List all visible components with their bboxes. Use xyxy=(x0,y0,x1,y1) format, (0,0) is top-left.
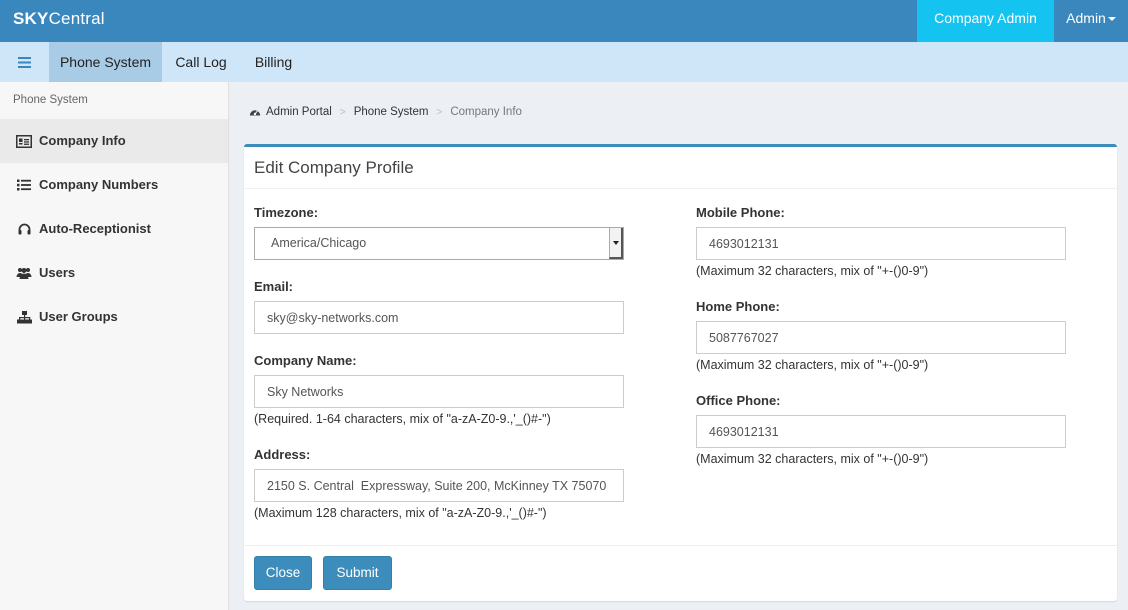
tab-billing[interactable]: Billing xyxy=(242,42,305,82)
breadcrumb: Admin Portal > Phone System > Company In… xyxy=(249,106,522,118)
email-label: Email: xyxy=(254,279,294,294)
main-navbar: Phone System Call Log Billing xyxy=(0,42,1128,82)
home-phone-input[interactable] xyxy=(696,321,1066,354)
sitemap-icon xyxy=(16,309,32,325)
sidebar-item-company-info[interactable]: Company Info xyxy=(0,119,228,163)
company-name-label: Company Name: xyxy=(254,353,357,368)
headphones-icon xyxy=(16,221,32,237)
mobile-phone-help: (Maximum 32 characters, mix of "+-()0-9"… xyxy=(696,264,929,278)
sidebar-item-label: Users xyxy=(39,265,76,280)
company-name-input[interactable] xyxy=(254,375,624,408)
tab-phone-system[interactable]: Phone System xyxy=(49,42,162,82)
mobile-phone-input[interactable] xyxy=(696,227,1066,260)
email-input[interactable] xyxy=(254,301,624,334)
address-input[interactable] xyxy=(254,469,624,502)
panel-divider xyxy=(244,188,1117,189)
close-button[interactable]: Close xyxy=(254,556,312,590)
admin-label: Admin xyxy=(1066,10,1106,26)
sidebar: Phone System Company Info Company Number… xyxy=(0,82,229,610)
company-name-help: (Required. 1-64 characters, mix of "a-zA… xyxy=(254,412,551,426)
caret-down-icon xyxy=(1107,17,1116,22)
breadcrumb-admin-portal[interactable]: Admin Portal xyxy=(266,106,332,118)
sidebar-item-label: Auto-Receptionist xyxy=(39,221,151,236)
address-label: Address: xyxy=(254,447,311,462)
timezone-select[interactable]: America/Chicago xyxy=(254,227,624,260)
address-help: (Maximum 128 characters, mix of "a-zA-Z0… xyxy=(254,506,547,520)
edit-company-profile-panel: Edit Company Profile Timezone: America/C… xyxy=(244,144,1117,601)
office-phone-label: Office Phone: xyxy=(696,393,781,408)
dashboard-icon xyxy=(249,107,261,118)
panel-footer-divider xyxy=(244,545,1117,546)
users-icon xyxy=(16,265,32,281)
id-card-icon xyxy=(16,133,32,149)
admin-dropdown[interactable]: Admin xyxy=(1054,0,1128,42)
home-phone-help: (Maximum 32 characters, mix of "+-()0-9"… xyxy=(696,358,929,372)
company-admin-label: Company Admin xyxy=(934,10,1037,26)
brand-logo[interactable]: SKYCentral xyxy=(13,9,105,29)
sidebar-item-label: Company Info xyxy=(39,133,126,148)
top-header: SKYCentral Company Admin Admin xyxy=(0,0,1128,58)
office-phone-help: (Maximum 32 characters, mix of "+-()0-9"… xyxy=(696,452,929,466)
panel-title: Edit Company Profile xyxy=(254,158,414,177)
timezone-label: Timezone: xyxy=(254,205,319,220)
sidebar-item-label: Company Numbers xyxy=(39,177,159,192)
sidebar-item-users[interactable]: Users xyxy=(0,251,228,295)
breadcrumb-current: Company Info xyxy=(450,106,522,118)
submit-button[interactable]: Submit xyxy=(323,556,392,590)
brand-light: Central xyxy=(48,9,105,28)
sidebar-item-company-numbers[interactable]: Company Numbers xyxy=(0,163,228,207)
sidebar-item-user-groups[interactable]: User Groups xyxy=(0,295,228,339)
office-phone-input[interactable] xyxy=(696,415,1066,448)
list-icon xyxy=(16,177,32,193)
mobile-phone-label: Mobile Phone: xyxy=(696,205,785,220)
breadcrumb-separator: > xyxy=(436,106,443,118)
select-arrow-icon xyxy=(609,228,623,259)
hamburger-icon[interactable] xyxy=(0,42,49,82)
breadcrumb-separator: > xyxy=(339,106,346,118)
home-phone-label: Home Phone: xyxy=(696,299,780,314)
company-admin-dropdown[interactable]: Company Admin xyxy=(917,0,1054,58)
brand-bold: SKY xyxy=(13,9,49,28)
sidebar-header: Phone System xyxy=(13,94,88,106)
sidebar-item-auto-receptionist[interactable]: Auto-Receptionist xyxy=(0,207,228,251)
tab-call-log[interactable]: Call Log xyxy=(166,42,236,82)
timezone-value: America/Chicago xyxy=(271,236,367,250)
breadcrumb-phone-system[interactable]: Phone System xyxy=(354,106,429,118)
sidebar-item-label: User Groups xyxy=(39,309,118,324)
